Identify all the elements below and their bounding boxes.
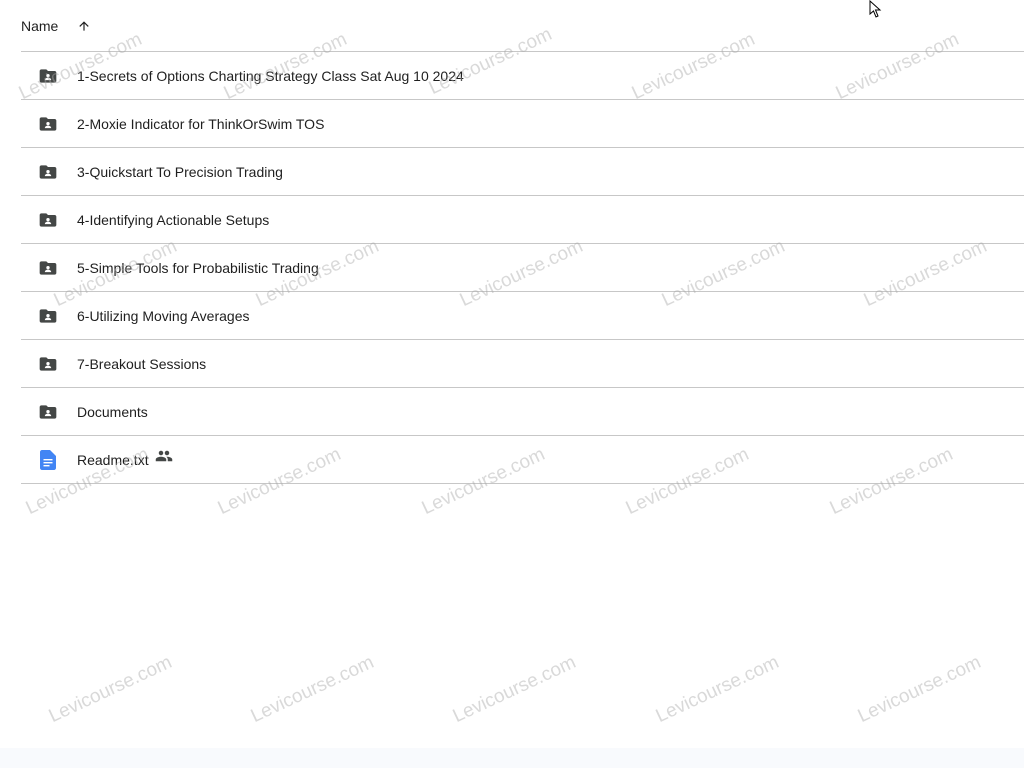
watermark-text: Levicourse.com bbox=[45, 651, 176, 728]
shared-folder-icon bbox=[38, 306, 58, 326]
file-name: 3-Quickstart To Precision Trading bbox=[77, 164, 283, 180]
file-name: 1-Secrets of Options Charting Strategy C… bbox=[77, 68, 464, 84]
file-name: 4-Identifying Actionable Setups bbox=[77, 212, 270, 228]
document-icon bbox=[38, 450, 58, 470]
file-row[interactable]: 5-Simple Tools for Probabilistic Trading bbox=[21, 244, 1024, 292]
watermark-text: Levicourse.com bbox=[247, 651, 378, 728]
bottom-strip bbox=[0, 748, 1024, 768]
watermark-text: Levicourse.com bbox=[449, 651, 580, 728]
file-list: 1-Secrets of Options Charting Strategy C… bbox=[21, 52, 1024, 484]
file-name: 7-Breakout Sessions bbox=[77, 356, 207, 372]
file-name: Readme.txt bbox=[77, 436, 173, 485]
file-name: 2-Moxie Indicator for ThinkOrSwim TOS bbox=[77, 116, 325, 132]
shared-folder-icon bbox=[38, 354, 58, 374]
shared-folder-icon bbox=[38, 210, 58, 230]
sort-ascending-button[interactable] bbox=[74, 16, 94, 36]
file-row[interactable]: Readme.txt bbox=[21, 436, 1024, 484]
file-name: Documents bbox=[77, 404, 148, 420]
file-row[interactable]: 1-Secrets of Options Charting Strategy C… bbox=[21, 52, 1024, 100]
file-row[interactable]: 4-Identifying Actionable Setups bbox=[21, 196, 1024, 244]
shared-folder-icon bbox=[38, 162, 58, 182]
shared-folder-icon bbox=[38, 402, 58, 422]
watermark-text: Levicourse.com bbox=[652, 651, 783, 728]
shared-folder-icon bbox=[38, 66, 58, 86]
file-row[interactable]: 3-Quickstart To Precision Trading bbox=[21, 148, 1024, 196]
name-column-header[interactable]: Name bbox=[21, 18, 58, 34]
watermark-text: Levicourse.com bbox=[854, 651, 985, 728]
file-name: 6-Utilizing Moving Averages bbox=[77, 308, 250, 324]
file-row[interactable]: Documents bbox=[21, 388, 1024, 436]
arrow-up-icon bbox=[79, 20, 90, 31]
file-row[interactable]: 6-Utilizing Moving Averages bbox=[21, 292, 1024, 340]
shared-folder-icon bbox=[38, 114, 58, 134]
shared-folder-icon bbox=[38, 258, 58, 278]
file-row[interactable]: 7-Breakout Sessions bbox=[21, 340, 1024, 388]
mouse-cursor-icon bbox=[869, 0, 882, 18]
file-row[interactable]: 2-Moxie Indicator for ThinkOrSwim TOS bbox=[21, 100, 1024, 148]
shared-people-icon bbox=[155, 436, 173, 484]
file-name: 5-Simple Tools for Probabilistic Trading bbox=[77, 260, 319, 276]
